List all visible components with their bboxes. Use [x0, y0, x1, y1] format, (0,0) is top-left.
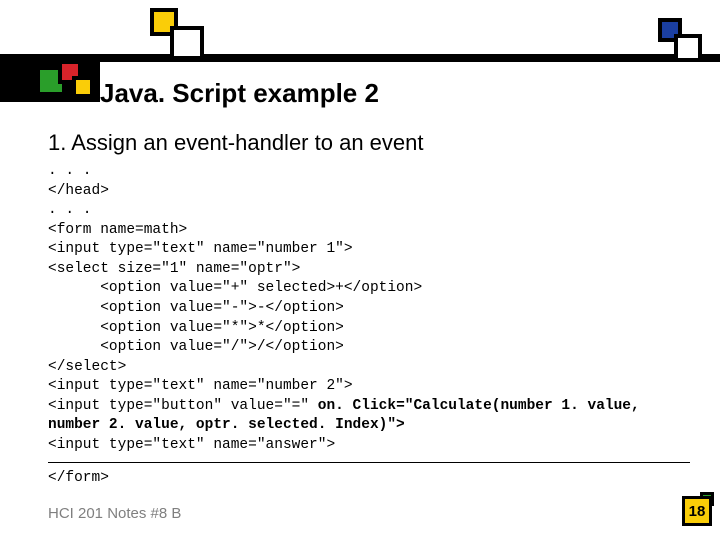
rule-top: [0, 54, 720, 62]
code-post: <input type="text" name="answer">: [48, 437, 335, 453]
code-block: . . . </head> . . . <form name=math> <in…: [48, 162, 690, 455]
page-number-value: 18: [689, 503, 706, 520]
square-white-right: [674, 34, 702, 62]
divider: [48, 462, 690, 463]
square-white-top: [170, 26, 204, 60]
slide-title: Java. Script example 2: [100, 78, 379, 109]
page-number: 18: [682, 496, 712, 526]
code-after: </form>: [48, 470, 109, 486]
code-pre: . . . </head> . . . <form name=math> <in…: [48, 163, 422, 414]
square-yellow-bottom: [72, 76, 94, 98]
slide-subtitle: 1. Assign an event-handler to an event: [48, 130, 423, 156]
footer-text: HCI 201 Notes #8 B: [48, 505, 181, 522]
